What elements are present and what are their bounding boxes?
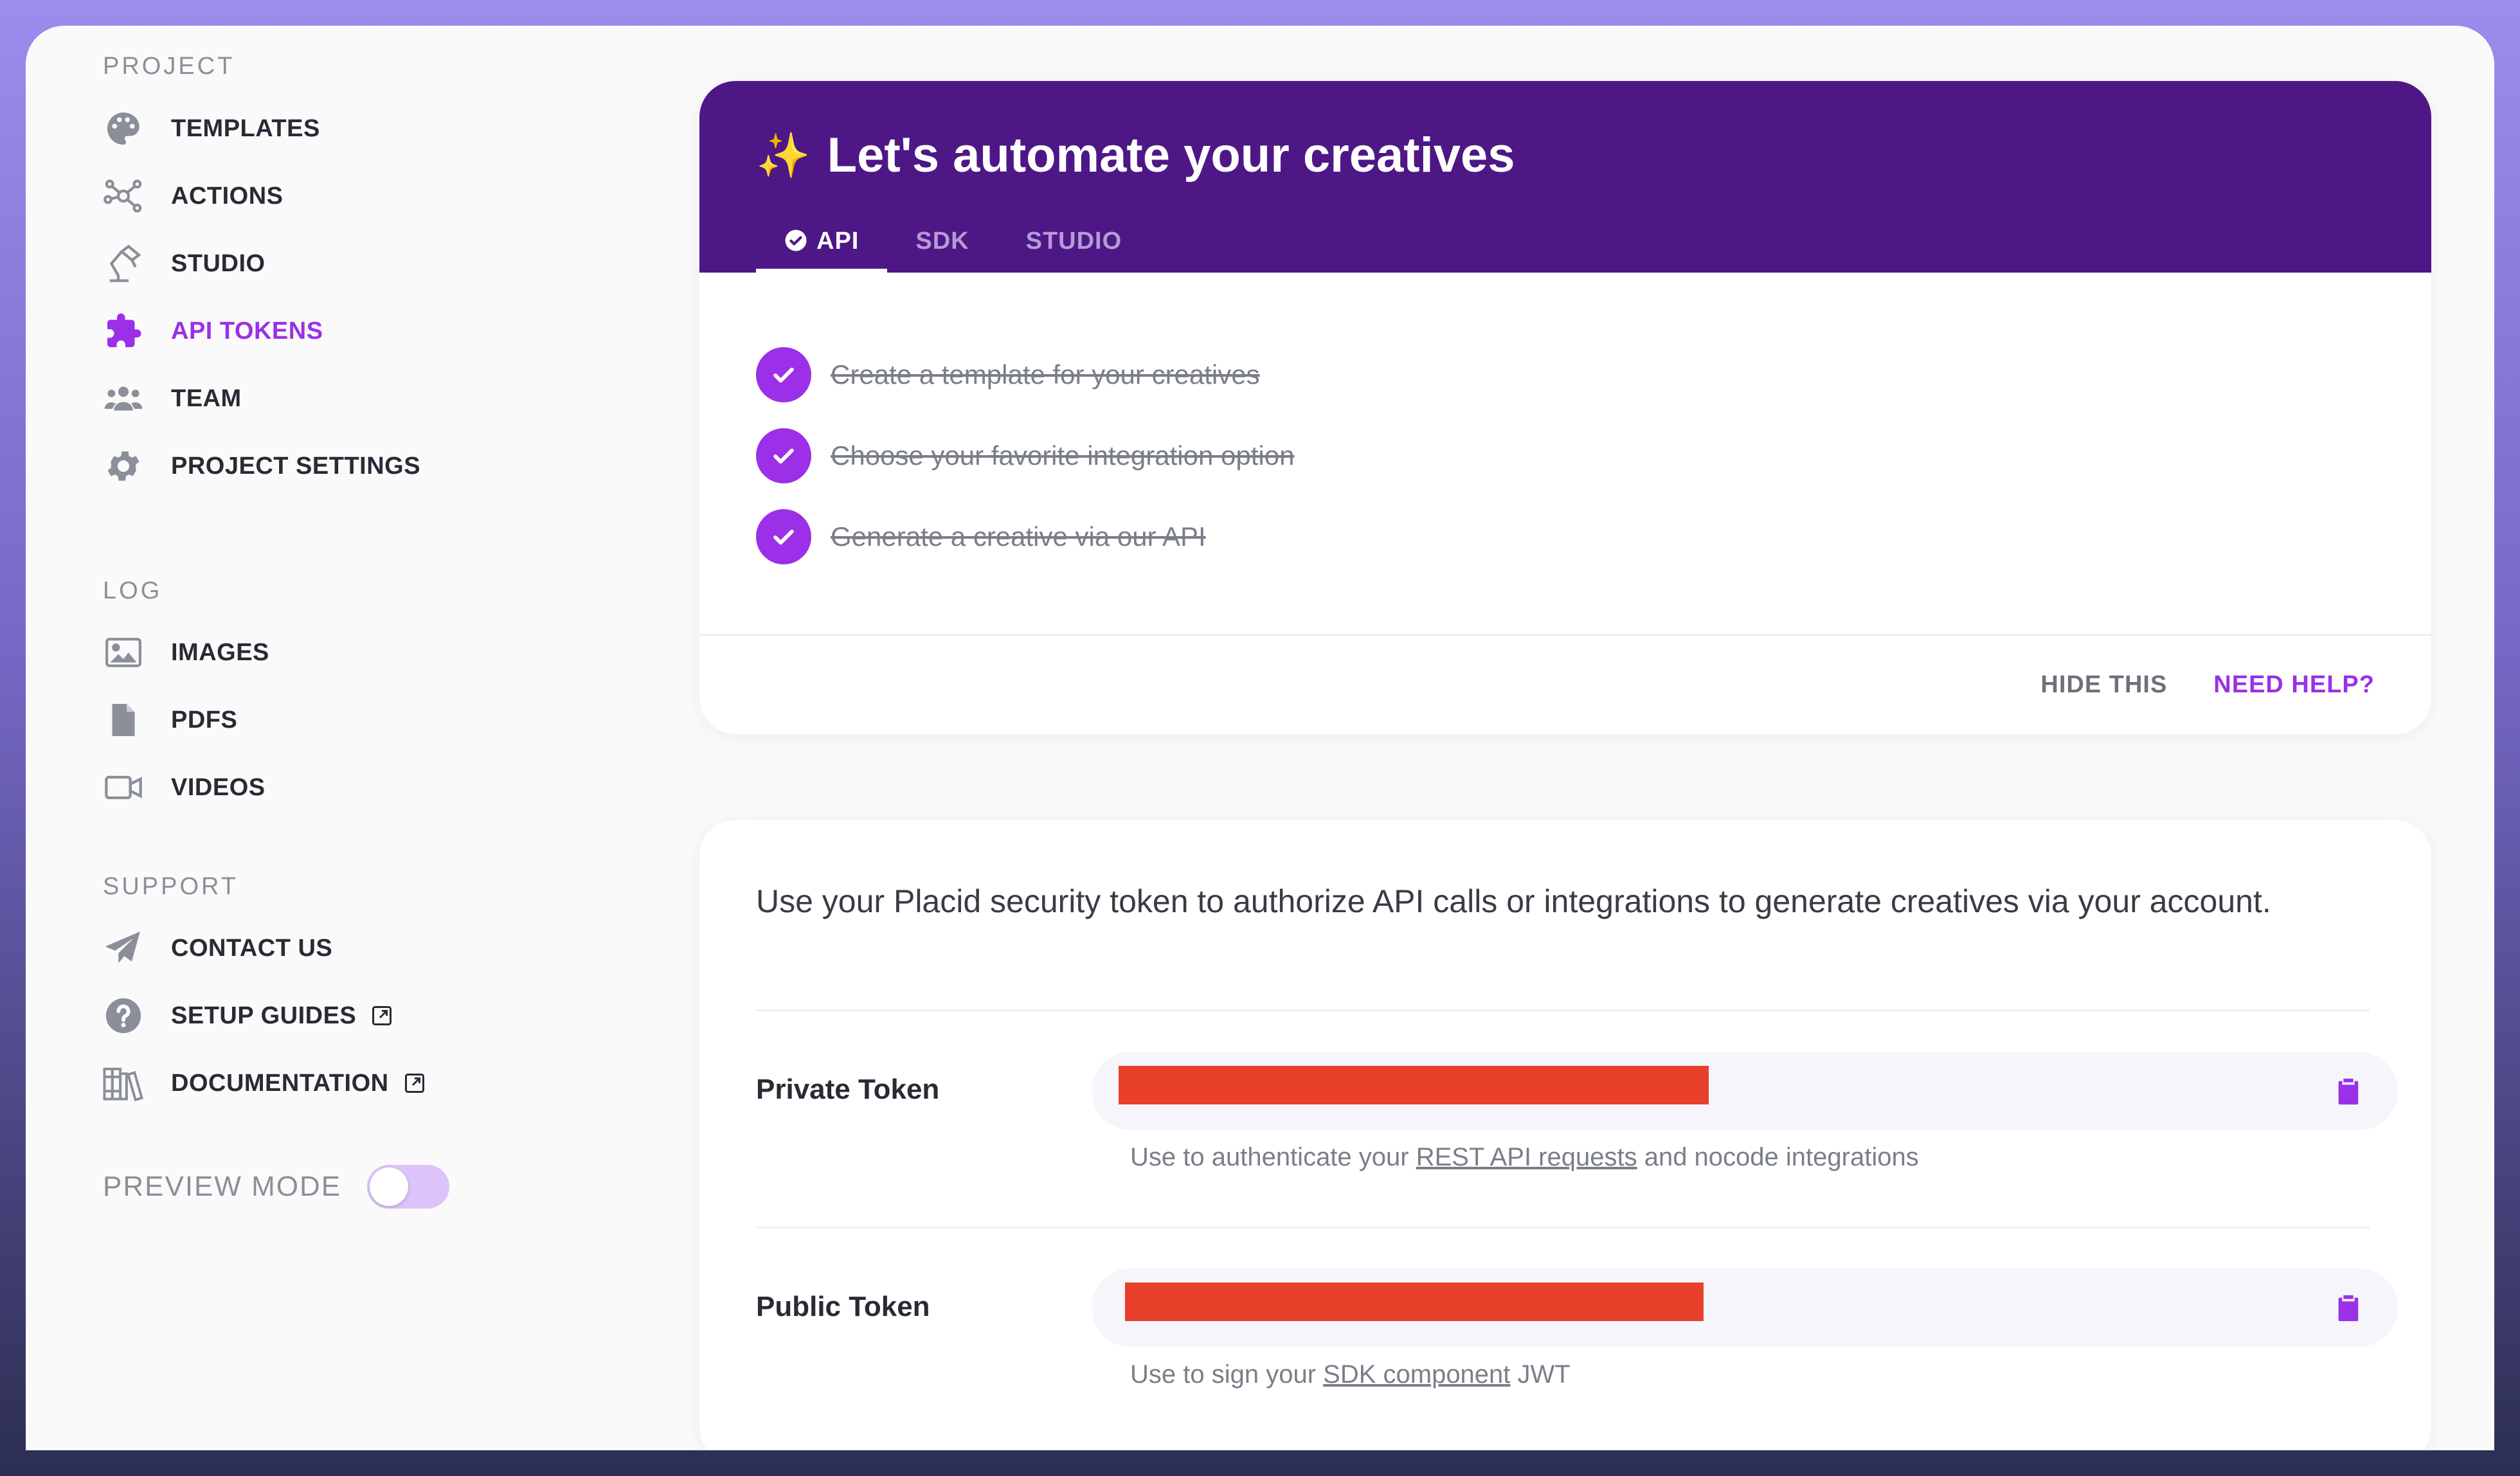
hint-text: Use to sign your [1130, 1360, 1324, 1389]
redacted-token [1119, 1066, 1709, 1104]
sidebar-item-label: TEAM [171, 384, 242, 412]
onboarding-actions: HIDE THIS NEED HELP? [2040, 671, 2375, 699]
step-text: Generate a creative via our API [831, 521, 1206, 552]
sidebar-item-documentation[interactable]: DOCUMENTATION [103, 1058, 426, 1109]
app-window: PROJECT TEMPLATES ACTIONS STUDIO API TOK… [26, 26, 2494, 1450]
users-icon [103, 378, 144, 419]
onboarding-steps: Create a template for your creatives Cho… [756, 347, 1294, 590]
tab-label: STUDIO [1025, 228, 1122, 255]
tab-label: API [816, 228, 860, 255]
gear-icon [103, 446, 144, 487]
public-token-hint: Use to sign your SDK component JWT [1130, 1360, 1571, 1389]
page-title: ✨ Let's automate your creatives [756, 127, 1515, 183]
sidebar-item-label: TEMPLATES [171, 114, 320, 142]
sidebar-item-label: API TOKENS [171, 317, 323, 345]
tab-api[interactable]: API [756, 228, 888, 273]
sidebar-item-label: DOCUMENTATION [171, 1069, 389, 1097]
sidebar-item-label: ACTIONS [171, 182, 284, 210]
preview-mode: PREVIEW MODE [103, 1165, 450, 1209]
sidebar-item-label: PDFS [171, 706, 238, 734]
list-item: Create a template for your creatives [756, 347, 1294, 402]
check-icon [756, 347, 811, 402]
hide-this-button[interactable]: HIDE THIS [2040, 671, 2167, 699]
sparkles-icon: ✨ [756, 130, 811, 180]
private-token-hint: Use to authenticate your REST API reques… [1130, 1143, 1919, 1172]
sidebar-item-label: CONTACT US [171, 934, 333, 962]
clipboard-icon[interactable] [2335, 1076, 2362, 1106]
desk-lamp-icon [103, 243, 144, 284]
palette-icon [103, 108, 144, 149]
sidebar-item-label: IMAGES [171, 638, 269, 666]
sidebar-item-images[interactable]: IMAGES [103, 627, 269, 678]
sidebar-item-setup-guides[interactable]: SETUP GUIDES [103, 990, 393, 1041]
rest-api-requests-link[interactable]: REST API requests [1416, 1143, 1637, 1171]
public-token-field[interactable] [1092, 1268, 2398, 1347]
divider [699, 634, 2431, 636]
sdk-component-link[interactable]: SDK component [1323, 1360, 1510, 1389]
sidebar: PROJECT TEMPLATES ACTIONS STUDIO API TOK… [26, 26, 669, 1450]
sidebar-item-label: PROJECT SETTINGS [171, 452, 421, 480]
list-item: Choose your favorite integration option [756, 428, 1294, 483]
list-item: Generate a creative via our API [756, 509, 1294, 564]
puzzle-piece-icon [103, 310, 144, 352]
section-label-support: SUPPORT [103, 873, 239, 900]
sidebar-item-contact-us[interactable]: CONTACT US [103, 923, 332, 974]
sidebar-item-studio[interactable]: STUDIO [103, 238, 266, 289]
divider [756, 1227, 2370, 1228]
external-link-icon [372, 1006, 392, 1025]
hint-text: Use to authenticate your [1130, 1143, 1416, 1171]
external-link-icon [404, 1074, 424, 1093]
step-text: Choose your favorite integration option [831, 440, 1295, 471]
step-text: Create a template for your creatives [831, 359, 1260, 390]
preview-mode-label: PREVIEW MODE [103, 1171, 342, 1202]
need-help-button[interactable]: NEED HELP? [2213, 671, 2375, 699]
sidebar-item-pdfs[interactable]: PDFS [103, 694, 237, 746]
redacted-token [1125, 1282, 1704, 1321]
toggle-knob [370, 1167, 409, 1206]
hint-text: JWT [1510, 1360, 1571, 1389]
video-camera-icon [103, 767, 144, 808]
sidebar-item-label: SETUP GUIDES [171, 1002, 357, 1029]
books-icon [103, 1063, 144, 1104]
sidebar-item-label: VIDEOS [171, 773, 266, 801]
section-label-project: PROJECT [103, 53, 235, 80]
paper-plane-icon [103, 928, 144, 969]
tab-sdk[interactable]: SDK [887, 228, 997, 273]
preview-mode-toggle[interactable] [367, 1165, 450, 1209]
section-label-log: LOG [103, 577, 163, 604]
tokens-description: Use your Placid security token to author… [756, 883, 2271, 919]
sidebar-item-actions[interactable]: ACTIONS [103, 170, 284, 222]
image-icon [103, 632, 144, 673]
onboarding-card: ✨ Let's automate your creatives API SDK … [699, 81, 2431, 734]
check-icon [756, 509, 811, 564]
question-circle-icon [103, 995, 144, 1036]
network-icon [103, 176, 144, 217]
check-icon [756, 428, 811, 483]
clipboard-icon[interactable] [2335, 1293, 2362, 1322]
api-tokens-card: Use your Placid security token to author… [699, 820, 2431, 1450]
sidebar-item-team[interactable]: TEAM [103, 373, 242, 424]
divider [756, 1009, 2370, 1011]
sidebar-item-project-settings[interactable]: PROJECT SETTINGS [103, 440, 420, 492]
page-title-text: Let's automate your creatives [827, 128, 1515, 183]
sidebar-item-templates[interactable]: TEMPLATES [103, 103, 320, 154]
private-token-field[interactable] [1092, 1052, 2398, 1130]
private-token-label: Private Token [756, 1074, 940, 1105]
tab-studio[interactable]: STUDIO [998, 228, 1151, 273]
tab-label: SDK [915, 228, 969, 255]
sidebar-item-label: STUDIO [171, 249, 266, 277]
public-token-label: Public Token [756, 1291, 930, 1322]
file-icon [103, 699, 144, 741]
sidebar-item-api-tokens[interactable]: API TOKENS [103, 305, 323, 357]
check-circle-icon [785, 230, 807, 251]
hint-text: and nocode integrations [1637, 1143, 1919, 1171]
integration-tabs: API SDK STUDIO [756, 228, 1150, 273]
onboarding-header: ✨ Let's automate your creatives API SDK … [699, 81, 2431, 273]
sidebar-item-videos[interactable]: VIDEOS [103, 762, 266, 813]
